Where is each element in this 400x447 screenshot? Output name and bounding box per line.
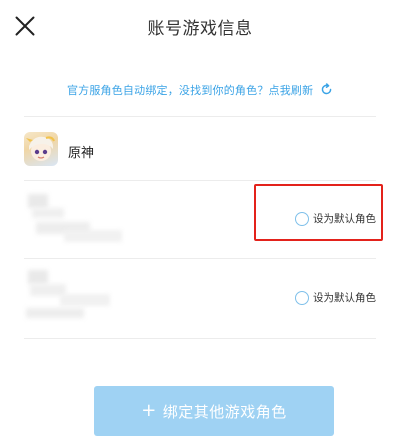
set-default-role-toggle[interactable]: 设为默认角色: [295, 290, 376, 305]
divider: [24, 258, 376, 259]
game-row: 原神: [24, 130, 376, 170]
blurred-role-text: [64, 230, 122, 242]
radio-button[interactable]: [295, 290, 309, 305]
divider: [24, 180, 376, 181]
page-title: 账号游戏信息: [147, 19, 253, 39]
bind-button-label: 绑定其他游戏角色: [162, 402, 287, 421]
role-row: 设为默认角色: [24, 264, 376, 334]
blurred-role-text: [32, 208, 64, 218]
set-default-role-toggle[interactable]: 设为默认角色: [295, 211, 376, 226]
set-default-role-label: 设为默认角色: [313, 292, 376, 304]
game-name: 原神: [68, 146, 95, 161]
refresh-notice-text: 官方服角色自动绑定，没找到你的角色？点我刷新: [66, 84, 314, 97]
blurred-role-text: [60, 294, 110, 306]
plus-icon: +: [141, 400, 157, 421]
game-avatar: [24, 132, 58, 166]
role-row: 设为默认角色: [24, 186, 376, 256]
refresh-notice-link[interactable]: 官方服角色自动绑定，没找到你的角色？点我刷新: [0, 82, 400, 98]
radio-button[interactable]: [295, 211, 309, 226]
divider: [24, 116, 376, 117]
blurred-role-avatar: [28, 270, 48, 284]
header-bar: 账号游戏信息: [0, 0, 400, 52]
set-default-role-label: 设为默认角色: [313, 213, 376, 225]
bind-other-game-role-button[interactable]: + 绑定其他游戏角色: [94, 386, 334, 436]
refresh-icon: [321, 83, 332, 95]
blurred-role-avatar: [28, 194, 48, 208]
divider: [24, 338, 376, 339]
blurred-role-text: [26, 308, 84, 318]
